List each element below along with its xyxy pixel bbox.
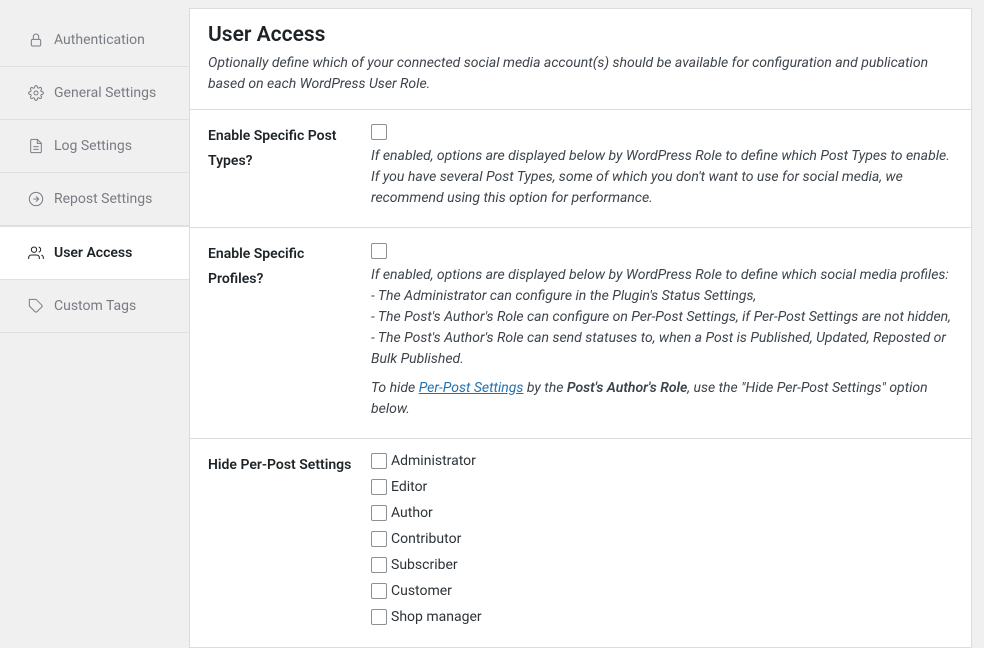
roles-list: Administrator Editor Author Contributor xyxy=(371,453,953,625)
section-label: Enable Specific Profiles? xyxy=(208,242,371,419)
section-label: Enable Specific Post Types? xyxy=(208,124,371,209)
sidebar-item-label: Authentication xyxy=(54,32,145,48)
page-title: User Access xyxy=(208,23,953,47)
role-label: Administrator xyxy=(391,453,476,469)
sidebar-item-label: User Access xyxy=(54,245,132,261)
role-label: Contributor xyxy=(391,531,461,547)
role-checkbox-subscriber[interactable] xyxy=(371,557,387,573)
help-text-hide: To hide Per-Post Settings by the Post's … xyxy=(371,378,953,420)
help-text: If enabled, options are displayed below … xyxy=(371,265,953,370)
document-icon xyxy=(28,138,44,154)
settings-sidebar: Authentication General Settings Log Sett… xyxy=(0,0,189,648)
role-item-editor[interactable]: Editor xyxy=(371,479,953,495)
role-checkbox-author[interactable] xyxy=(371,505,387,521)
sidebar-item-label: Log Settings xyxy=(54,138,132,154)
section-enable-post-types: Enable Specific Post Types? If enabled, … xyxy=(190,110,971,228)
lock-icon xyxy=(28,32,44,48)
sidebar-item-authentication[interactable]: Authentication xyxy=(0,14,189,67)
section-content: Administrator Editor Author Contributor xyxy=(371,453,953,625)
enable-profiles-checkbox[interactable] xyxy=(371,243,387,259)
enable-post-types-checkbox[interactable] xyxy=(371,124,387,140)
role-label: Subscriber xyxy=(391,557,458,573)
sidebar-item-custom-tags[interactable]: Custom Tags xyxy=(0,280,189,333)
role-item-contributor[interactable]: Contributor xyxy=(371,531,953,547)
section-enable-profiles: Enable Specific Profiles? If enabled, op… xyxy=(190,228,971,438)
section-content: If enabled, options are displayed below … xyxy=(371,124,953,209)
main-content: User Access Optionally define which of y… xyxy=(189,8,972,648)
section-hide-per-post: Hide Per-Post Settings Administrator Edi… xyxy=(190,439,971,643)
role-label: Customer xyxy=(391,583,452,599)
role-item-author[interactable]: Author xyxy=(371,505,953,521)
sidebar-item-label: General Settings xyxy=(54,85,156,101)
section-content: If enabled, options are displayed below … xyxy=(371,242,953,419)
role-checkbox-customer[interactable] xyxy=(371,583,387,599)
role-label: Shop manager xyxy=(391,609,482,625)
role-item-customer[interactable]: Customer xyxy=(371,583,953,599)
users-icon xyxy=(28,245,44,261)
role-label: Editor xyxy=(391,479,427,495)
role-checkbox-administrator[interactable] xyxy=(371,453,387,469)
page-header: User Access Optionally define which of y… xyxy=(190,9,971,110)
role-checkbox-editor[interactable] xyxy=(371,479,387,495)
role-item-subscriber[interactable]: Subscriber xyxy=(371,557,953,573)
sidebar-item-label: Repost Settings xyxy=(54,191,152,207)
sidebar-item-label: Custom Tags xyxy=(54,298,136,314)
sidebar-item-user-access[interactable]: User Access xyxy=(0,226,189,280)
sidebar-item-repost-settings[interactable]: Repost Settings xyxy=(0,173,189,226)
page-description: Optionally define which of your connecte… xyxy=(208,53,953,95)
role-checkbox-shop-manager[interactable] xyxy=(371,609,387,625)
role-checkbox-contributor[interactable] xyxy=(371,531,387,547)
sidebar-item-log-settings[interactable]: Log Settings xyxy=(0,120,189,173)
help-text: If enabled, options are displayed below … xyxy=(371,146,953,209)
gear-icon xyxy=(28,85,44,101)
role-item-shop-manager[interactable]: Shop manager xyxy=(371,609,953,625)
section-label: Hide Per-Post Settings xyxy=(208,453,371,625)
sidebar-item-general-settings[interactable]: General Settings xyxy=(0,67,189,120)
per-post-settings-link[interactable]: Per-Post Settings xyxy=(419,380,524,396)
arrow-right-circle-icon xyxy=(28,191,44,207)
role-item-administrator[interactable]: Administrator xyxy=(371,453,953,469)
tag-icon xyxy=(28,298,44,314)
role-label: Author xyxy=(391,505,433,521)
